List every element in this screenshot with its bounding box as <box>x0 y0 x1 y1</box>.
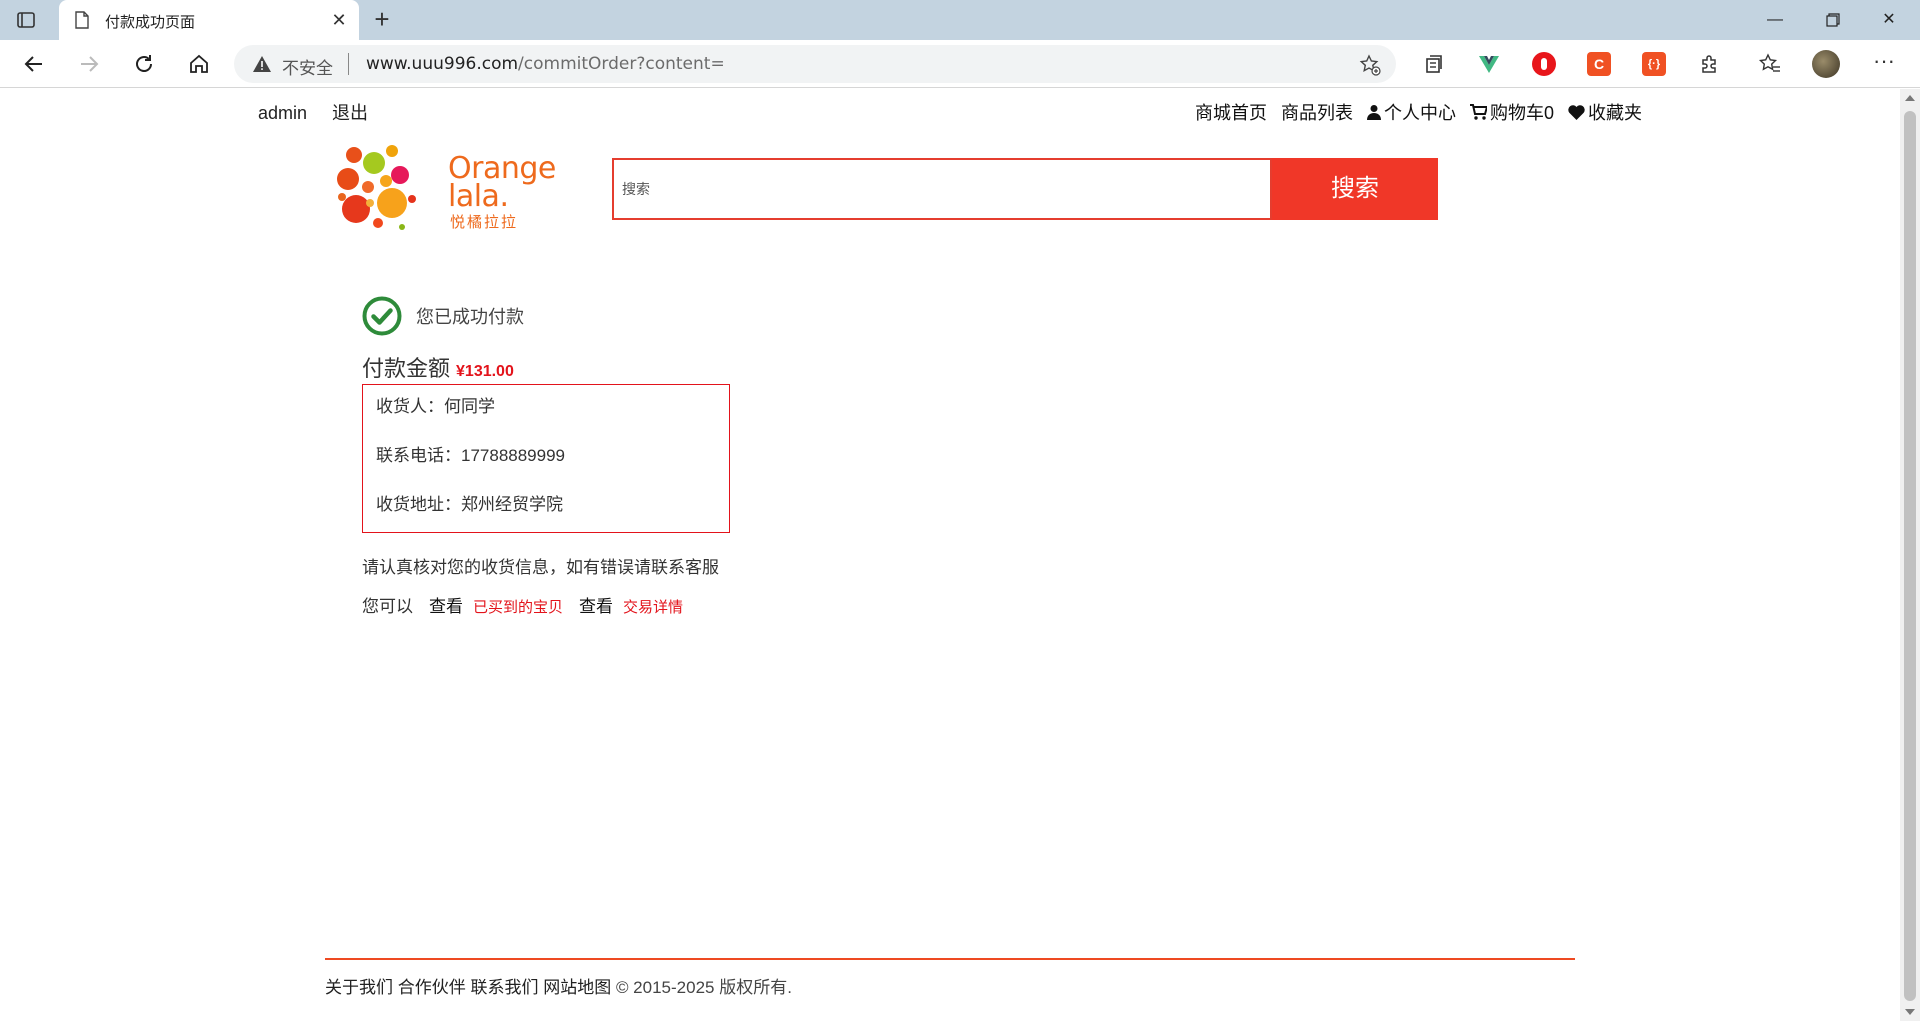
scroll-down-icon[interactable] <box>1905 1009 1915 1015</box>
footer: 关于我们 合作伙伴 联系我们 网站地图 © 2015-2025 版权所有. <box>325 973 792 998</box>
new-tab-icon[interactable]: + <box>368 6 396 34</box>
check-circle-icon <box>362 296 402 336</box>
view-label-2: 查看 <box>579 597 614 616</box>
url-text[interactable]: www.uuu996.com/commitOrder?content= <box>366 54 725 74</box>
back-icon[interactable] <box>18 48 50 80</box>
forward-icon[interactable] <box>73 48 105 80</box>
trade-details-link[interactable]: 交易详情 <box>623 596 683 617</box>
tab-actions-icon[interactable] <box>14 8 38 32</box>
nav-home-label: 商城首页 <box>1194 103 1267 123</box>
receiver-line: 收货人：何同学 <box>376 397 495 416</box>
favorites-icon[interactable] <box>1758 52 1782 76</box>
address-separator <box>348 53 349 75</box>
site-logo[interactable]: Orange lala. 悦橘拉拉 <box>334 141 556 241</box>
cart-icon <box>1469 104 1487 120</box>
shipping-info-box: 收货人：何同学 联系电话：17788889999 收货地址：郑州经贸学院 <box>362 384 730 533</box>
url-path: /commitOrder?content= <box>518 54 725 74</box>
nav-product-list[interactable]: 商品列表 <box>1281 99 1353 125</box>
site-nav: 商城首页 商品列表 个人中心 购物车0 收藏夹 <box>1195 99 1642 125</box>
add-favorite-icon[interactable] <box>1358 53 1382 77</box>
purchased-items-link[interactable]: 已买到的宝贝 <box>473 596 563 617</box>
scroll-up-icon[interactable] <box>1905 95 1915 101</box>
you-can-label: 您可以 <box>362 597 413 616</box>
address-line: 收货地址：郑州经贸学院 <box>376 495 563 514</box>
payment-success-row: 您已成功付款 <box>362 296 524 336</box>
profile-avatar[interactable] <box>1812 50 1840 78</box>
scroll-thumb[interactable] <box>1904 111 1916 1001</box>
logo-brand-line2: lala. <box>448 179 509 214</box>
page-viewport: admin 退出 商城首页 商品列表 个人中心 购物车0 收藏夹 Orange … <box>0 89 1920 1021</box>
nav-cart-label: 购物车0 <box>1489 103 1554 123</box>
home-icon[interactable] <box>183 48 215 80</box>
logo-brand: Orange lala. <box>448 154 556 214</box>
insecure-label: 不安全 <box>282 59 333 79</box>
logo-brand-cn: 悦橘拉拉 <box>450 213 519 231</box>
user-icon <box>1366 105 1381 120</box>
close-window-icon[interactable]: ✕ <box>1866 6 1912 34</box>
footer-sitemap-link[interactable]: 网站地图 <box>543 978 611 997</box>
footer-divider <box>325 958 1575 960</box>
footer-contact-link[interactable]: 联系我们 <box>470 978 538 997</box>
payment-amount-row: 付款金额 ¥131.00 <box>362 351 514 383</box>
footer-partners-link[interactable]: 合作伙伴 <box>398 978 466 997</box>
warning-icon[interactable] <box>252 54 272 74</box>
follow-up-links: 您可以 查看 已买到的宝贝 查看 交易详情 <box>362 592 683 617</box>
logo-dots-icon <box>337 145 416 230</box>
restore-icon[interactable] <box>1810 6 1856 34</box>
tab-active[interactable]: 付款成功页面 ✕ <box>59 0 359 40</box>
more-icon[interactable]: ··· <box>1870 50 1898 78</box>
success-message: 您已成功付款 <box>416 307 524 327</box>
nav-home[interactable]: 商城首页 <box>1195 99 1267 125</box>
footer-about-link[interactable]: 关于我们 <box>325 978 393 997</box>
vue-devtools-icon[interactable] <box>1477 52 1501 76</box>
search-button[interactable]: 搜索 <box>1272 158 1438 220</box>
footer-copyright: © 2015-2025 版权所有. <box>615 978 792 997</box>
logout-link[interactable]: 退出 <box>332 103 368 123</box>
nav-favorites[interactable]: 收藏夹 <box>1568 99 1642 125</box>
nav-product-list-label: 商品列表 <box>1280 103 1353 123</box>
nav-cart[interactable]: 购物车0 <box>1469 99 1554 125</box>
page-scrollbar[interactable] <box>1900 89 1920 1021</box>
browser-tab-bar: 付款成功页面 ✕ + — ✕ <box>0 0 1920 40</box>
search-box <box>612 158 1272 220</box>
adblock-icon[interactable] <box>1532 52 1556 76</box>
refresh-icon[interactable] <box>128 48 160 80</box>
minimize-icon[interactable]: — <box>1752 6 1798 34</box>
nav-personal-center[interactable]: 个人中心 <box>1366 99 1456 125</box>
search-input[interactable] <box>614 160 1270 218</box>
c-extension-icon[interactable]: C <box>1587 52 1611 76</box>
nav-personal-center-label: 个人中心 <box>1383 103 1456 123</box>
address-bar[interactable]: 不安全 www.uuu996.com/commitOrder?content= <box>234 45 1396 83</box>
amount-label: 付款金额 <box>362 356 451 381</box>
tab-title: 付款成功页面 <box>105 13 196 31</box>
json-extension-icon[interactable]: {·} <box>1642 52 1666 76</box>
user-nav: admin 退出 <box>258 99 388 125</box>
username-link[interactable]: admin <box>258 103 307 123</box>
heart-icon <box>1568 104 1585 120</box>
nav-favorites-label: 收藏夹 <box>1588 103 1642 123</box>
collections-icon[interactable] <box>1422 52 1446 76</box>
verify-notice: 请认真核对您的收货信息，如有错误请联系客服 <box>362 558 719 577</box>
phone-line: 联系电话：17788889999 <box>376 446 566 465</box>
amount-value: ¥131.00 <box>456 363 514 380</box>
url-host: www.uuu996.com <box>366 54 519 74</box>
view-label-1: 查看 <box>429 597 463 616</box>
extensions-icon[interactable] <box>1697 52 1721 76</box>
page-icon <box>75 11 89 29</box>
close-tab-icon[interactable]: ✕ <box>329 10 349 30</box>
browser-toolbar: 不安全 www.uuu996.com/commitOrder?content= … <box>0 40 1920 88</box>
